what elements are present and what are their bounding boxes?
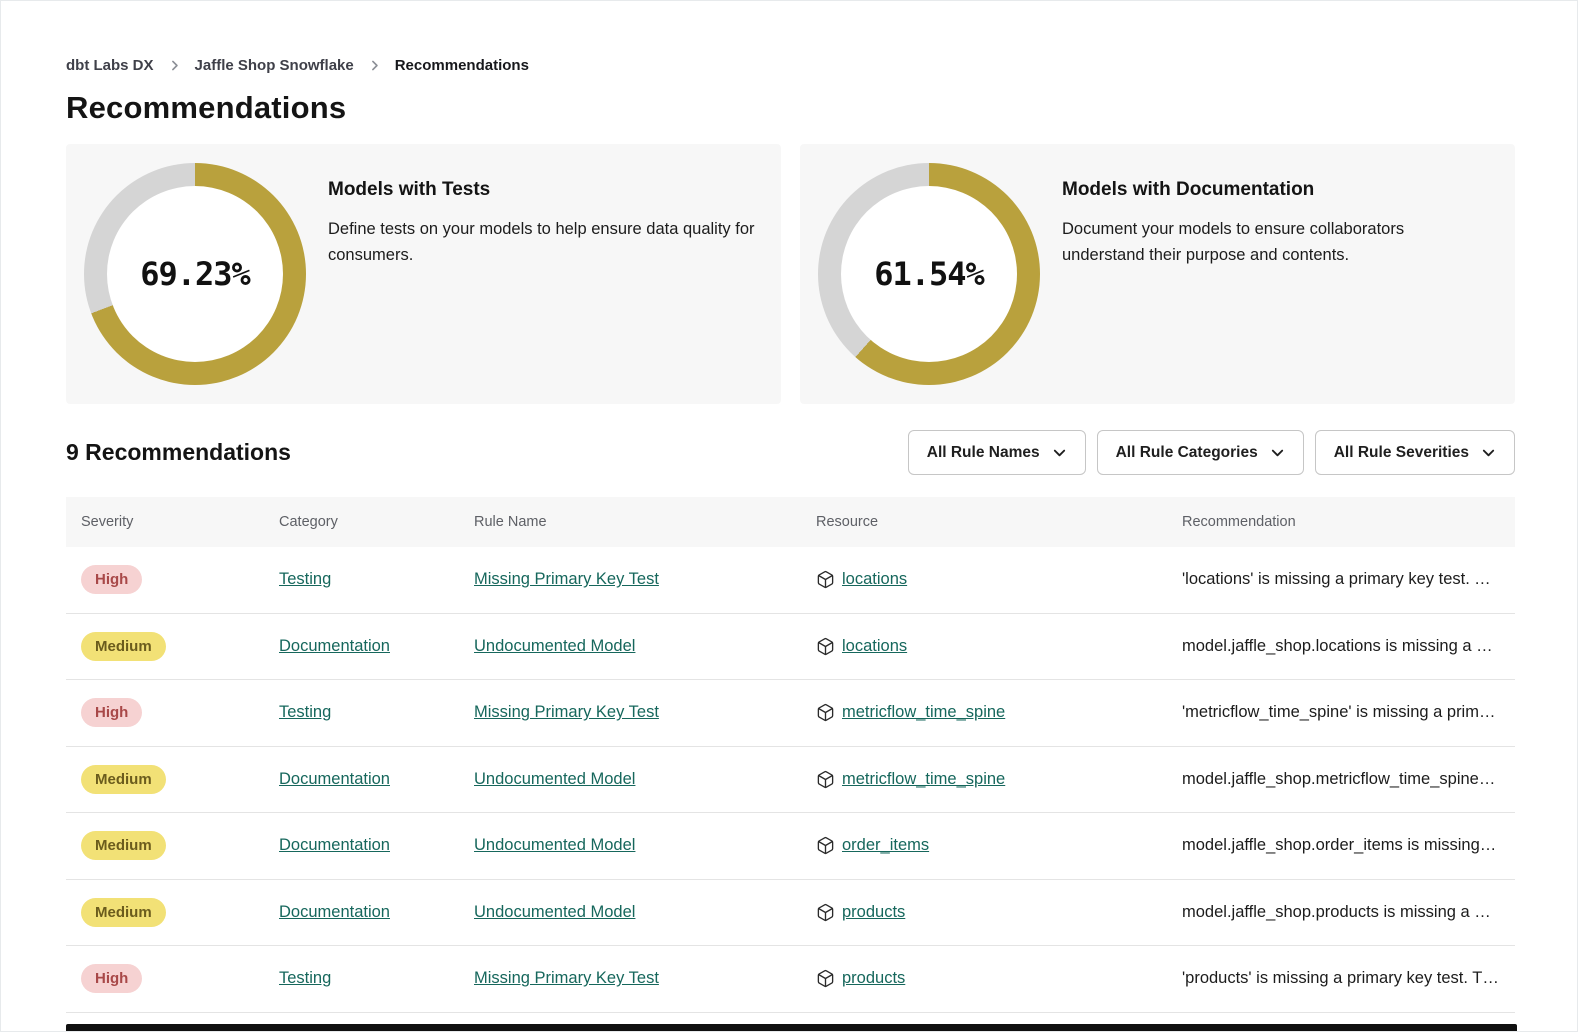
recommendations-count: 9 Recommendations [66,439,291,466]
models-with-documentation-card: 61.54% Models with Documentation Documen… [800,144,1515,404]
resource-link[interactable]: products [842,903,905,922]
rule-categories-filter[interactable]: All Rule Categories [1097,430,1304,475]
recommendation-text: model.jaffle_shop.locations is missing a… [1182,637,1502,655]
documentation-percent-value: 61.54% [874,255,984,293]
resource-link[interactable]: locations [842,570,907,589]
rule-name-link[interactable]: Undocumented Model [474,770,635,788]
recommendations-table: Severity Category Rule Name Resource Rec… [66,497,1515,1013]
category-link[interactable]: Documentation [279,770,390,788]
column-header-resource: Resource [801,514,1167,530]
stat-cards: 69.23% Models with Tests Define tests on… [66,144,1515,404]
model-cube-icon [816,637,835,656]
recommendation-text: model.jaffle_shop.products is missing a … [1182,903,1509,921]
column-header-recommendation: Recommendation [1167,514,1515,530]
recommendation-text: 'locations' is missing a primary key tes… [1182,570,1510,588]
recommendation-text: 'metricflow_time_spine' is missing a pri… [1182,703,1495,721]
model-cube-icon [816,570,835,589]
table-body: High Testing Missing Primary Key Test lo… [66,547,1515,1013]
chevron-right-icon [168,59,181,72]
filter-bar: All Rule Names All Rule Categories All R… [908,430,1515,475]
category-link[interactable]: Testing [279,969,331,987]
rule-name-link[interactable]: Undocumented Model [474,637,635,655]
table-row: Medium Documentation Undocumented Model … [66,813,1515,880]
resource-link[interactable]: order_items [842,836,929,855]
column-header-rule-name: Rule Name [459,514,801,530]
chevron-down-icon [1481,445,1496,460]
breadcrumb-item-account[interactable]: dbt Labs DX [66,57,154,74]
breadcrumb-item-current: Recommendations [395,57,529,74]
tests-donut-chart: 69.23% [84,163,306,385]
table-row: Medium Documentation Undocumented Model … [66,747,1515,814]
category-link[interactable]: Documentation [279,836,390,854]
rule-names-filter[interactable]: All Rule Names [908,430,1086,475]
models-with-tests-card: 69.23% Models with Tests Define tests on… [66,144,781,404]
category-link[interactable]: Documentation [279,637,390,655]
rule-severities-filter[interactable]: All Rule Severities [1315,430,1515,475]
column-header-category: Category [264,514,459,530]
resource-link[interactable]: metricflow_time_spine [842,703,1005,722]
documentation-donut-chart: 61.54% [818,163,1040,385]
resource-link[interactable]: locations [842,637,907,656]
model-cube-icon [816,969,835,988]
card-description: Define tests on your models to help ensu… [328,217,757,268]
severity-badge: Medium [81,765,166,794]
resource-link[interactable]: products [842,969,905,988]
column-header-severity: Severity [66,514,264,530]
resource-link[interactable]: metricflow_time_spine [842,770,1005,789]
chevron-down-icon [1270,445,1285,460]
table-row: Medium Documentation Undocumented Model … [66,880,1515,947]
table-row: High Testing Missing Primary Key Test me… [66,680,1515,747]
severity-badge: Medium [81,898,166,927]
breadcrumb-item-project[interactable]: Jaffle Shop Snowflake [195,57,354,74]
model-cube-icon [816,770,835,789]
severity-badge: High [81,964,142,993]
model-cube-icon [816,703,835,722]
card-title: Models with Documentation [1062,179,1437,201]
table-header-row: Severity Category Rule Name Resource Rec… [66,497,1515,547]
table-row: High Testing Missing Primary Key Test pr… [66,946,1515,1013]
recommendation-text: 'products' is missing a primary key test… [1182,969,1508,987]
rule-name-link[interactable]: Undocumented Model [474,836,635,854]
card-description: Document your models to ensure collabora… [1062,217,1437,268]
category-link[interactable]: Documentation [279,903,390,921]
rule-name-link[interactable]: Missing Primary Key Test [474,570,659,588]
severity-badge: High [81,565,142,594]
breadcrumb: dbt Labs DX Jaffle Shop Snowflake Recomm… [66,57,1515,74]
rule-name-link[interactable]: Undocumented Model [474,903,635,921]
table-row: High Testing Missing Primary Key Test lo… [66,547,1515,614]
chevron-right-icon [368,59,381,72]
recommendation-text: model.jaffle_shop.metricflow_time_spine … [1182,770,1500,788]
page-title: Recommendations [66,90,1515,126]
chevron-down-icon [1052,445,1067,460]
app-window: dbt Labs DX Jaffle Shop Snowflake Recomm… [0,0,1578,1032]
rule-name-link[interactable]: Missing Primary Key Test [474,703,659,721]
severity-badge: High [81,698,142,727]
rule-name-link[interactable]: Missing Primary Key Test [474,969,659,987]
recommendation-text: model.jaffle_shop.order_items is missing… [1182,836,1501,854]
severity-badge: Medium [81,831,166,860]
category-link[interactable]: Testing [279,570,331,588]
card-title: Models with Tests [328,179,757,201]
severity-badge: Medium [81,632,166,661]
tests-percent-value: 69.23% [140,255,250,293]
category-link[interactable]: Testing [279,703,331,721]
model-cube-icon [816,903,835,922]
table-row: Medium Documentation Undocumented Model … [66,614,1515,681]
bottom-cutoff-element [66,1024,1517,1031]
model-cube-icon [816,836,835,855]
